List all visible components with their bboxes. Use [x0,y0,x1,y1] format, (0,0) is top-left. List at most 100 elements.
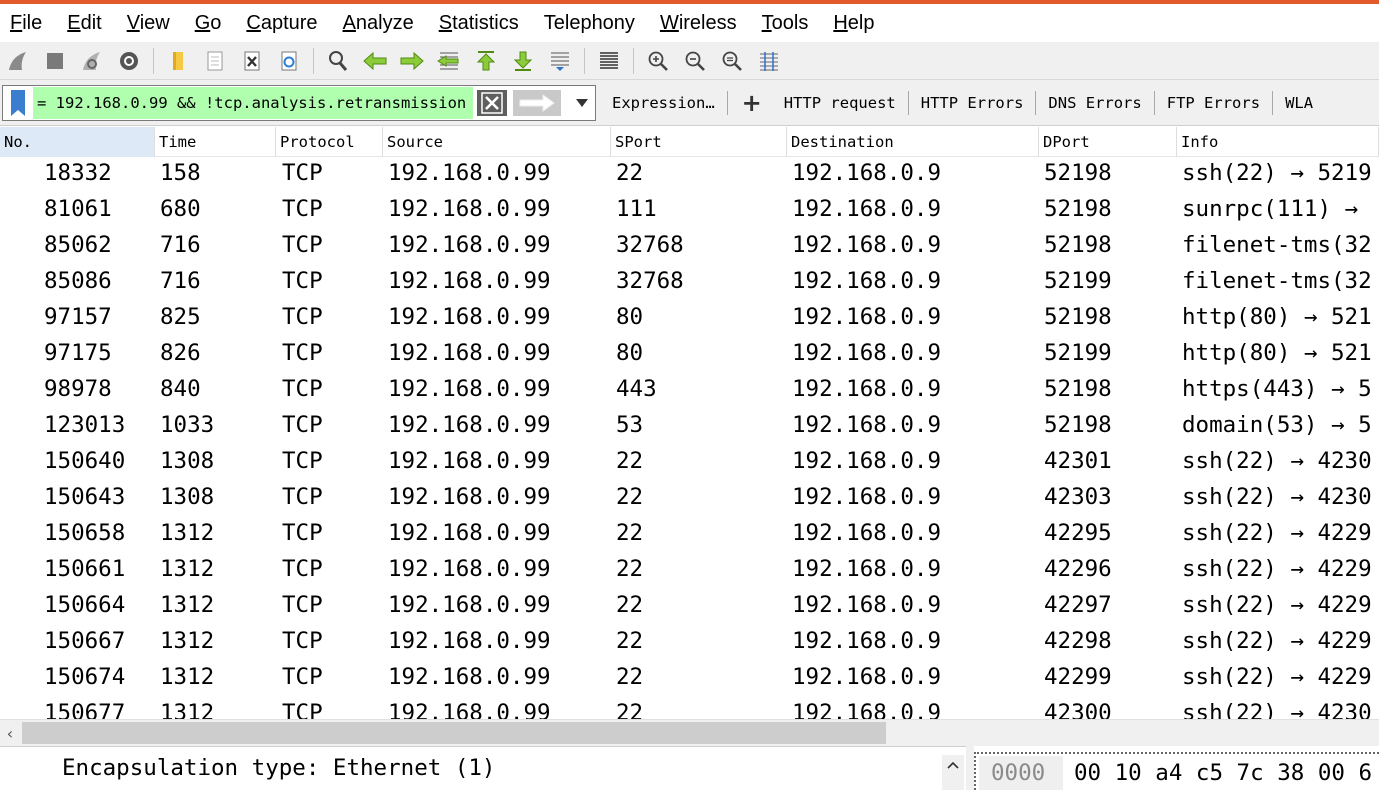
packet-row[interactable]: 150640 1308 TCP 192.168.0.99 22 192.168.0.9 42… [0,445,1379,481]
go-back-arrow-icon[interactable] [359,45,391,77]
cell-dport: 42299 [1044,664,1112,690]
column-header-time[interactable]: Time [155,127,276,157]
filter-history-chevron-down-icon[interactable] [569,86,595,120]
auto-scroll-icon[interactable] [544,45,576,77]
cell-source: 192.168.0.99 [388,664,551,690]
packet-row[interactable]: 85086 716 TCP 192.168.0.99 32768 192.168.0.9 5… [0,265,1379,301]
expression-button[interactable]: Expression… [600,94,727,112]
menu-edit[interactable]: Edit [57,12,111,35]
menu-help[interactable]: Help [823,12,884,35]
menu-view[interactable]: View [117,12,180,35]
resize-columns-icon[interactable] [753,45,785,77]
reload-file-icon[interactable] [273,45,305,77]
close-file-icon[interactable] [236,45,268,77]
zoom-normal-icon[interactable] [716,45,748,77]
bytes-hex[interactable]: 00 10 a4 c5 7c 38 00 6 [1074,756,1372,790]
packet-row[interactable]: 150658 1312 TCP 192.168.0.99 22 192.168.0.9 42… [0,517,1379,553]
cell-no: 150667 [44,628,126,654]
column-header-no[interactable]: No. [0,127,155,157]
add-filter-button-plus-icon[interactable]: + [728,89,772,117]
detail-line[interactable]: Encapsulation type: Ethernet (1) [62,755,495,781]
packet-row[interactable]: 123013 1033 TCP 192.168.0.99 53 192.168.0.9 52… [0,409,1379,445]
packet-row[interactable]: 81061 680 TCP 192.168.0.99 111 192.168.0.9 521… [0,193,1379,229]
packet-row[interactable]: 97157 825 TCP 192.168.0.99 80 192.168.0.9 5219… [0,301,1379,337]
column-header-info[interactable]: Info [1177,127,1379,157]
packet-row[interactable]: 18332 158 TCP 192.168.0.99 22 192.168.0.9 5219… [0,157,1379,193]
packet-row[interactable]: 150667 1312 TCP 192.168.0.99 22 192.168.0.9 42… [0,625,1379,661]
go-forward-arrow-icon[interactable] [396,45,428,77]
capture-options-gear-icon[interactable] [113,45,145,77]
cell-info: ssh(22) → 4230 [1182,700,1372,719]
menu-capture[interactable]: Capture [236,12,327,35]
restart-fin-icon[interactable] [76,45,108,77]
filter-button-http-errors[interactable]: HTTP Errors [909,94,1036,112]
scroll-left-chevron-icon[interactable]: ‹ [0,720,20,747]
filter-bookmark-icon[interactable] [3,86,33,120]
column-header-source[interactable]: Source [383,127,611,157]
cell-info: http(80) → 521 [1182,304,1372,330]
stop-square-icon[interactable] [39,45,71,77]
cell-source: 192.168.0.99 [388,448,551,474]
find-packet-icon[interactable] [322,45,354,77]
menu-go[interactable]: Go [185,12,232,35]
menu-mnemonic: W [659,11,679,34]
menu-statistics[interactable]: Statistics [429,12,529,35]
cell-destination: 192.168.0.9 [792,196,942,222]
cell-no: 150664 [44,592,126,618]
menu-bar: File Edit View Go Capture Analyze Statistics Te… [0,4,1379,42]
cell-info: ssh(22) → 4229 [1182,592,1372,618]
go-to-packet-icon[interactable] [433,45,465,77]
cell-protocol: TCP [282,664,323,690]
packet-row[interactable]: 150664 1312 TCP 192.168.0.99 22 192.168.0.9 42… [0,589,1379,625]
colorize-icon[interactable] [593,45,625,77]
packet-row[interactable]: 85062 716 TCP 192.168.0.99 32768 192.168.0.9 5… [0,229,1379,265]
filter-button-http-request[interactable]: HTTP request [772,94,908,112]
zoom-out-icon[interactable] [679,45,711,77]
menu-telephony[interactable]: Telephony [534,12,645,35]
cell-source: 192.168.0.99 [388,556,551,582]
cell-dport: 52198 [1044,160,1112,186]
cell-protocol: TCP [282,232,323,258]
menu-mnemonic: F [10,11,23,34]
filter-button-ftp-errors[interactable]: FTP Errors [1155,94,1272,112]
shark-fin-start-icon[interactable] [2,45,34,77]
clear-filter-icon[interactable] [477,90,507,116]
packet-row[interactable]: 150661 1312 TCP 192.168.0.99 22 192.168.0.9 42… [0,553,1379,589]
cell-sport: 22 [616,556,644,582]
pane-splitter[interactable] [966,746,974,790]
first-packet-icon[interactable] [470,45,502,77]
save-file-icon[interactable] [199,45,231,77]
cell-no: 98978 [44,376,112,402]
zoom-in-icon[interactable] [642,45,674,77]
menu-wireless[interactable]: Wireless [650,12,747,35]
cell-destination: 192.168.0.9 [792,628,942,654]
menu-file[interactable]: File [0,12,52,35]
menu-tools[interactable]: Tools [752,12,819,35]
column-header-destination[interactable]: Destination [787,127,1039,157]
display-filter-input[interactable]: = 192.168.0.99 && !tcp.analysis.retransm… [33,87,473,119]
menu-label: ools [771,11,809,34]
filter-button-dns-errors[interactable]: DNS Errors [1036,94,1153,112]
packet-row[interactable]: 97175 826 TCP 192.168.0.99 80 192.168.0.9 5219… [0,337,1379,373]
cell-destination: 192.168.0.9 [792,448,942,474]
packet-list-horizontal-scrollbar[interactable]: ‹ [0,719,1379,746]
packet-row[interactable]: 150677 1312 TCP 192.168.0.99 22 192.168.0.9 42… [0,697,1379,719]
menu-label: dit [80,11,102,34]
last-packet-icon[interactable] [507,45,539,77]
menu-analyze[interactable]: Analyze [333,12,424,35]
details-scroll-up-chevron-icon[interactable] [942,755,964,790]
column-header-dport[interactable]: DPort [1039,127,1177,157]
column-header-protocol[interactable]: Protocol [276,127,383,157]
filter-button-wla[interactable]: WLA [1273,94,1325,112]
column-header-sport[interactable]: SPort [611,127,787,157]
packet-row[interactable]: 98978 840 TCP 192.168.0.99 443 192.168.0.9 521… [0,373,1379,409]
apply-filter-arrow-icon[interactable] [513,90,561,116]
cell-protocol: TCP [282,556,323,582]
scrollbar-thumb[interactable] [22,722,886,744]
open-folder-icon[interactable] [162,45,194,77]
cell-info: ssh(22) → 5219 [1182,160,1372,186]
packet-row[interactable]: 150674 1312 TCP 192.168.0.99 22 192.168.0.9 42… [0,661,1379,697]
cell-time: 1312 [160,592,215,618]
cell-dport: 52199 [1044,340,1112,366]
packet-row[interactable]: 150643 1308 TCP 192.168.0.99 22 192.168.0.9 42… [0,481,1379,517]
